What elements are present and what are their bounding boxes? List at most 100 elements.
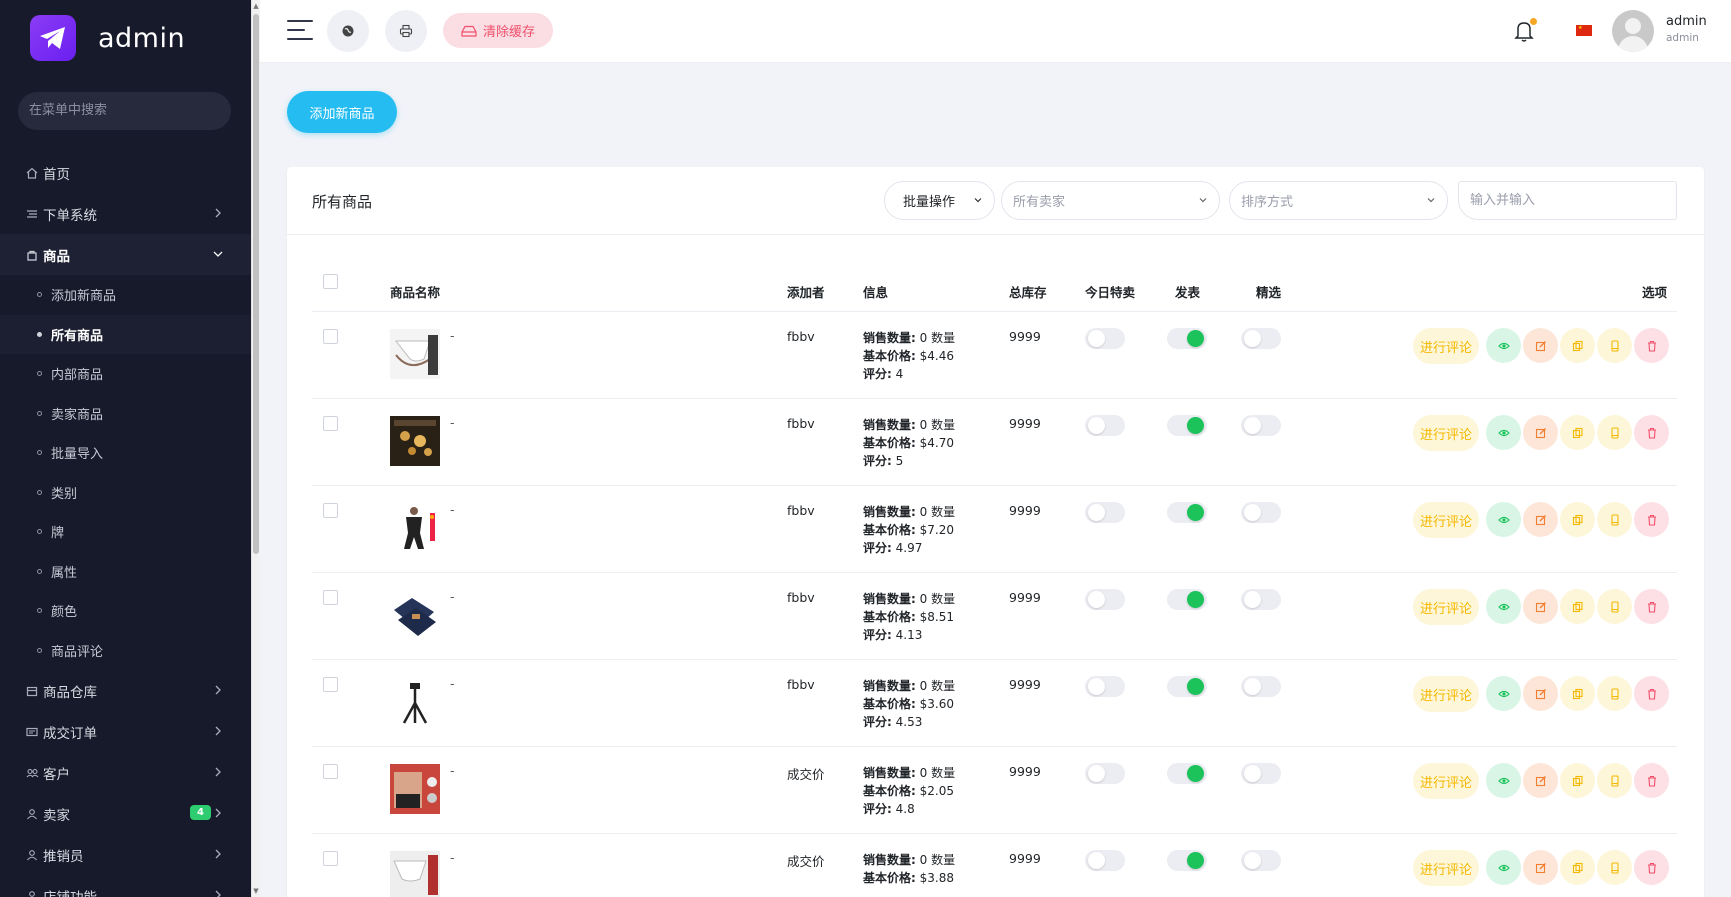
scroll-down-icon[interactable]: ▼ — [253, 887, 259, 895]
mobile-preview-button[interactable] — [1597, 415, 1632, 450]
featured-toggle[interactable] — [1241, 676, 1281, 697]
sidebar-item-orders[interactable]: 成交订单 — [0, 711, 251, 752]
product-thumbnail[interactable] — [390, 764, 440, 814]
sidebar-item-home[interactable]: 首页 — [0, 152, 251, 193]
mobile-preview-button[interactable] — [1597, 502, 1632, 537]
mobile-preview-button[interactable] — [1597, 328, 1632, 363]
avatar[interactable] — [1612, 10, 1654, 52]
view-button[interactable] — [1486, 763, 1521, 798]
product-name[interactable]: - — [450, 502, 455, 517]
duplicate-button[interactable] — [1560, 850, 1595, 885]
today-deal-toggle[interactable] — [1085, 415, 1125, 436]
row-checkbox[interactable] — [323, 851, 338, 866]
product-name[interactable]: - — [450, 763, 455, 778]
notifications-bell-icon[interactable] — [1513, 18, 1537, 43]
row-checkbox[interactable] — [323, 677, 338, 692]
view-button[interactable] — [1486, 850, 1521, 885]
product-thumbnail[interactable] — [390, 851, 440, 897]
published-toggle[interactable] — [1167, 850, 1207, 871]
row-checkbox[interactable] — [323, 503, 338, 518]
scroll-up-icon[interactable]: ▲ — [253, 2, 259, 10]
duplicate-button[interactable] — [1560, 676, 1595, 711]
featured-toggle[interactable] — [1241, 502, 1281, 523]
review-button[interactable]: 进行评论 — [1413, 502, 1479, 538]
today-deal-toggle[interactable] — [1085, 328, 1125, 349]
sub-item-all-products[interactable]: 所有商品 — [0, 314, 251, 354]
column-header[interactable]: 精选 — [1256, 282, 1281, 301]
published-toggle[interactable] — [1167, 415, 1207, 436]
edit-button[interactable] — [1523, 763, 1558, 798]
delete-button[interactable] — [1634, 415, 1669, 450]
menu-toggle-icon[interactable] — [287, 20, 313, 42]
view-button[interactable] — [1486, 328, 1521, 363]
sub-item-brand[interactable]: 牌 — [0, 512, 251, 552]
review-button[interactable]: 进行评论 — [1413, 676, 1479, 712]
mobile-preview-button[interactable] — [1597, 589, 1632, 624]
edit-button[interactable] — [1523, 328, 1558, 363]
search-input[interactable]: 输入并输入 — [1458, 181, 1677, 220]
today-deal-toggle[interactable] — [1085, 850, 1125, 871]
sidebar-scrollbar[interactable]: ▲ ▼ — [251, 0, 260, 897]
delete-button[interactable] — [1634, 763, 1669, 798]
duplicate-button[interactable] — [1560, 328, 1595, 363]
sidebar-item-sellers[interactable]: 卖家 4 — [0, 793, 251, 834]
delete-button[interactable] — [1634, 328, 1669, 363]
mobile-preview-button[interactable] — [1597, 676, 1632, 711]
view-button[interactable] — [1486, 415, 1521, 450]
edit-button[interactable] — [1523, 415, 1558, 450]
featured-toggle[interactable] — [1241, 415, 1281, 436]
sub-item-attribute[interactable]: 属性 — [0, 552, 251, 592]
review-button[interactable]: 进行评论 — [1413, 763, 1479, 799]
product-name[interactable]: - — [450, 415, 455, 430]
print-button[interactable] — [385, 10, 427, 52]
sidebar-item-shop-features[interactable]: 店铺功能 — [0, 875, 251, 897]
featured-toggle[interactable] — [1241, 850, 1281, 871]
row-checkbox[interactable] — [323, 590, 338, 605]
featured-toggle[interactable] — [1241, 328, 1281, 349]
scrollbar-thumb[interactable] — [253, 14, 259, 554]
today-deal-toggle[interactable] — [1085, 676, 1125, 697]
review-button[interactable]: 进行评论 — [1413, 415, 1479, 451]
product-thumbnail[interactable] — [390, 677, 440, 727]
edit-button[interactable] — [1523, 850, 1558, 885]
product-thumbnail[interactable] — [390, 590, 440, 640]
duplicate-button[interactable] — [1560, 502, 1595, 537]
product-thumbnail[interactable] — [390, 416, 440, 466]
published-toggle[interactable] — [1167, 589, 1207, 610]
published-toggle[interactable] — [1167, 328, 1207, 349]
user-name[interactable]: admin — [1666, 14, 1707, 29]
product-name[interactable]: - — [450, 850, 455, 865]
select-all-checkbox[interactable] — [323, 274, 338, 289]
view-button[interactable] — [1486, 676, 1521, 711]
mobile-preview-button[interactable] — [1597, 763, 1632, 798]
seller-select[interactable]: 所有卖家 — [1001, 181, 1220, 220]
edit-button[interactable] — [1523, 676, 1558, 711]
edit-button[interactable] — [1523, 502, 1558, 537]
row-checkbox[interactable] — [323, 329, 338, 344]
sidebar-item-customers[interactable]: 客户 — [0, 752, 251, 793]
product-thumbnail[interactable] — [390, 329, 440, 379]
delete-button[interactable] — [1634, 589, 1669, 624]
view-button[interactable] — [1486, 589, 1521, 624]
column-header[interactable]: 发表 — [1175, 282, 1200, 301]
published-toggle[interactable] — [1167, 676, 1207, 697]
sidebar-item-warehouse[interactable]: 商品仓库 — [0, 670, 251, 711]
delete-button[interactable] — [1634, 850, 1669, 885]
china-flag-icon[interactable]: ★ — [1576, 25, 1592, 36]
bulk-action-dropdown[interactable]: 批量操作 — [884, 181, 995, 220]
review-button[interactable]: 进行评论 — [1413, 328, 1479, 364]
edit-button[interactable] — [1523, 589, 1558, 624]
sub-item-bulk-import[interactable]: 批量导入 — [0, 433, 251, 473]
today-deal-toggle[interactable] — [1085, 589, 1125, 610]
mobile-preview-button[interactable] — [1597, 850, 1632, 885]
published-toggle[interactable] — [1167, 763, 1207, 784]
sub-item-add-product[interactable]: 添加新商品 — [0, 275, 251, 315]
add-new-product-button[interactable]: 添加新商品 — [287, 91, 397, 133]
product-thumbnail[interactable] — [390, 503, 440, 553]
product-name[interactable]: - — [450, 676, 455, 691]
sub-item-inhouse-products[interactable]: 内部商品 — [0, 354, 251, 394]
sub-item-product-reviews[interactable]: 商品评论 — [0, 631, 251, 671]
website-globe-button[interactable] — [327, 10, 369, 52]
published-toggle[interactable] — [1167, 502, 1207, 523]
row-checkbox[interactable] — [323, 764, 338, 779]
